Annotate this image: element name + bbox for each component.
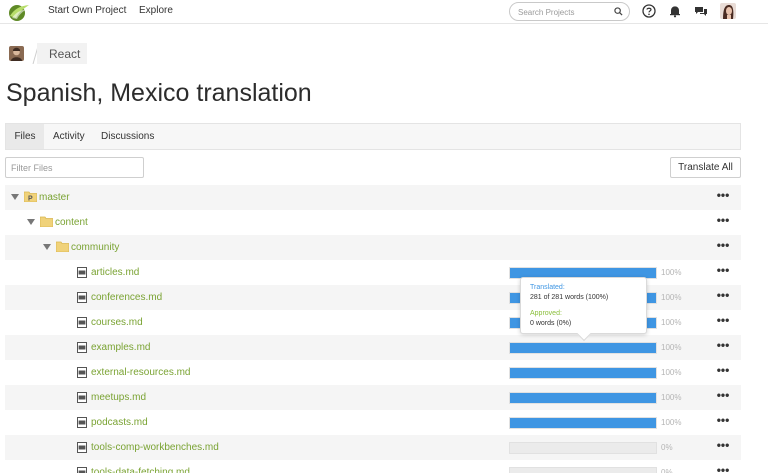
file-link[interactable]: articles.md	[91, 267, 139, 278]
row-menu-button[interactable]: •••	[715, 264, 731, 279]
translation-progress-bar[interactable]	[509, 417, 657, 429]
branch-link[interactable]: master	[39, 192, 70, 203]
filter-files-box	[5, 157, 144, 178]
file-link[interactable]: tools-data-fetching.md	[91, 467, 190, 473]
nav-explore[interactable]: Explore	[139, 5, 173, 16]
file-row: tools-data-fetching.md 0% •••	[5, 460, 741, 473]
file-row: podcasts.md 100% •••	[5, 410, 741, 435]
row-menu-button[interactable]: •••	[715, 389, 731, 404]
progress-percent: 0%	[661, 443, 673, 452]
progress-percent: 100%	[661, 293, 682, 302]
progress-fill	[510, 368, 656, 378]
tooltip-translated-value: 281 of 281 words (100%)	[530, 294, 609, 301]
markdown-file-icon	[77, 392, 87, 403]
folder-icon	[40, 216, 53, 227]
file-link[interactable]: conferences.md	[91, 292, 162, 303]
bell-icon[interactable]	[668, 4, 682, 18]
file-row: examples.md 100% •••	[5, 335, 741, 360]
file-link[interactable]: podcasts.md	[91, 417, 148, 428]
folder-link[interactable]: content	[55, 217, 88, 228]
user-avatar[interactable]	[720, 3, 736, 19]
progress-fill	[510, 393, 656, 403]
markdown-file-icon	[77, 467, 87, 473]
breadcrumb-project-link[interactable]: React	[49, 47, 80, 61]
svg-text:P: P	[28, 196, 33, 203]
progress-fill	[510, 418, 656, 428]
progress-percent: 100%	[661, 268, 682, 277]
row-menu-button[interactable]: •••	[715, 364, 731, 379]
markdown-file-icon	[77, 317, 87, 328]
markdown-file-icon	[77, 367, 87, 378]
branch-row: Pmaster •••	[5, 185, 741, 210]
tab-activity[interactable]: Activity	[53, 124, 85, 149]
row-menu-button[interactable]: •••	[715, 289, 731, 304]
search-input[interactable]	[518, 6, 613, 18]
page-title: Spanish, Mexico translation	[6, 79, 312, 107]
file-link[interactable]: courses.md	[91, 317, 143, 328]
project-avatar[interactable]	[9, 46, 24, 61]
tab-files[interactable]: Files	[6, 124, 44, 149]
file-link[interactable]: meetups.md	[91, 392, 146, 403]
progress-percent: 100%	[661, 393, 682, 402]
row-menu-button[interactable]: •••	[715, 189, 731, 204]
search-box	[509, 2, 630, 21]
row-menu-button[interactable]: •••	[715, 239, 731, 254]
folder-row: community •••	[5, 235, 741, 260]
markdown-file-icon	[77, 417, 87, 428]
row-menu-button[interactable]: •••	[715, 414, 731, 429]
help-icon[interactable]	[642, 4, 656, 18]
file-row: external-resources.md 100% •••	[5, 360, 741, 385]
branch-icon: P	[24, 191, 37, 202]
row-menu-button[interactable]: •••	[715, 464, 731, 473]
tab-bar: Files Activity Discussions	[5, 123, 741, 150]
markdown-file-icon	[77, 292, 87, 303]
translation-progress-bar[interactable]	[509, 367, 657, 379]
row-menu-button[interactable]: •••	[715, 214, 731, 229]
expand-caret-icon[interactable]	[11, 194, 19, 201]
progress-percent: 0%	[661, 468, 673, 473]
markdown-file-icon	[77, 442, 87, 453]
row-menu-button[interactable]: •••	[715, 339, 731, 354]
row-menu-button[interactable]: •••	[715, 314, 731, 329]
tab-discussions[interactable]: Discussions	[101, 124, 154, 149]
progress-percent: 100%	[661, 318, 682, 327]
tooltip-approved-value: 0 words (0%)	[530, 320, 572, 327]
filter-files-input[interactable]	[11, 159, 141, 177]
folder-icon	[56, 241, 69, 252]
progress-percent: 100%	[661, 418, 682, 427]
progress-percent: 100%	[661, 368, 682, 377]
file-row: meetups.md 100% •••	[5, 385, 741, 410]
file-row: tools-comp-workbenches.md 0% •••	[5, 435, 741, 460]
file-link[interactable]: examples.md	[91, 342, 150, 353]
progress-percent: 100%	[661, 343, 682, 352]
progress-tooltip: Translated: 281 of 281 words (100%) Appr…	[520, 277, 647, 334]
expand-caret-icon[interactable]	[27, 219, 35, 226]
translation-progress-bar[interactable]	[509, 392, 657, 404]
chat-icon[interactable]	[694, 4, 708, 18]
markdown-file-icon	[77, 267, 87, 278]
translation-progress-bar[interactable]	[509, 467, 657, 473]
folder-link[interactable]: community	[71, 242, 119, 253]
translation-progress-bar[interactable]	[509, 442, 657, 454]
folder-row: content •••	[5, 210, 741, 235]
markdown-file-icon	[77, 342, 87, 353]
logo-icon[interactable]	[6, 2, 30, 22]
translation-progress-bar[interactable]	[509, 342, 657, 354]
search-icon[interactable]	[614, 7, 623, 16]
translate-all-button[interactable]: Translate All	[670, 157, 741, 178]
top-navbar: Start Own Project Explore	[0, 0, 768, 24]
expand-caret-icon[interactable]	[43, 244, 51, 251]
progress-fill	[510, 343, 656, 353]
file-link[interactable]: external-resources.md	[91, 367, 190, 378]
tooltip-approved-label: Approved:	[530, 310, 562, 317]
nav-start-own-project[interactable]: Start Own Project	[48, 5, 126, 16]
tooltip-translated-label: Translated:	[530, 284, 565, 291]
row-menu-button[interactable]: •••	[715, 439, 731, 454]
file-link[interactable]: tools-comp-workbenches.md	[91, 442, 219, 453]
